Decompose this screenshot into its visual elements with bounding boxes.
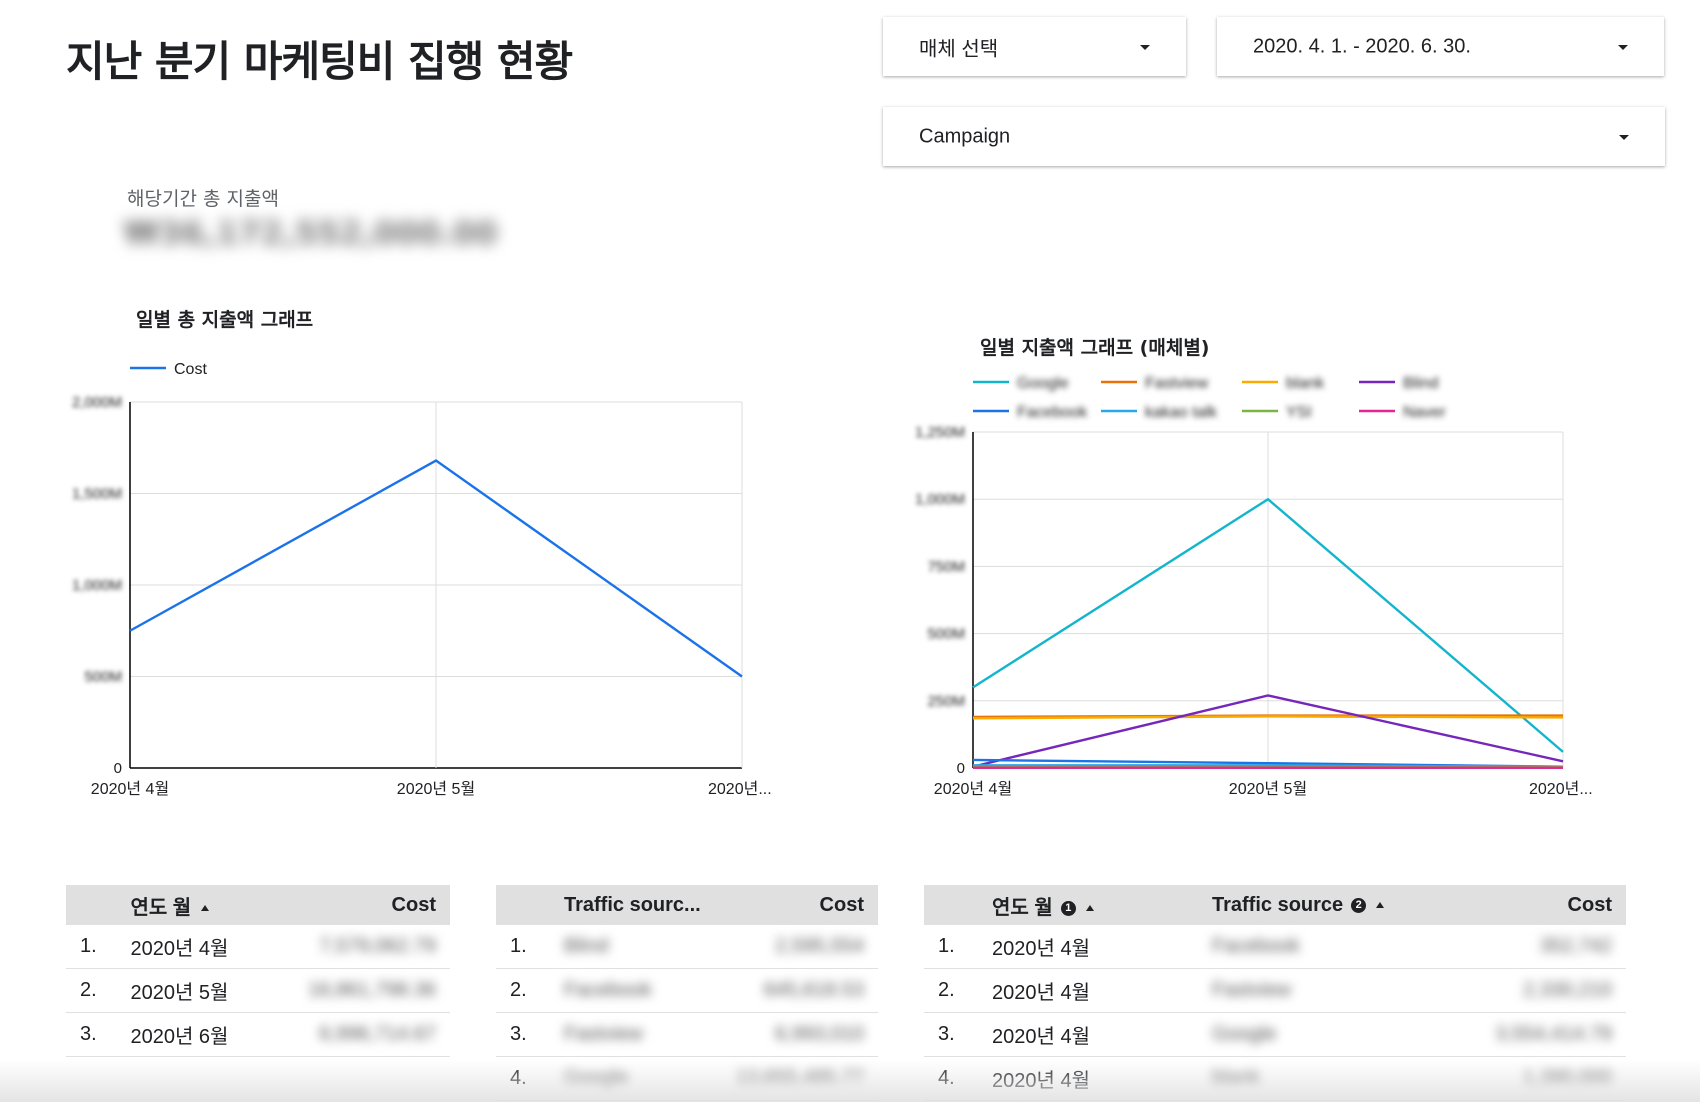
- cost-cell: 352,742: [1492, 925, 1626, 969]
- row-number: 1.: [496, 925, 564, 969]
- info-badge-icon: 2: [1351, 897, 1367, 913]
- col-header-cost[interactable]: Cost: [1492, 885, 1626, 925]
- row-number: 1.: [66, 925, 131, 969]
- cost-cell: 6,996,714.67: [308, 1012, 450, 1057]
- row-number: 2.: [66, 968, 131, 1013]
- y-tick-label: 0: [957, 760, 965, 777]
- cost-cell: 2,595,554: [724, 925, 878, 969]
- col-header-traffic-source[interactable]: Traffic sourc...: [564, 885, 724, 925]
- y-tick-label: 0: [114, 760, 122, 777]
- info-badge-icon: 1: [1060, 900, 1076, 916]
- table-row[interactable]: 1. Blind 2,595,554: [496, 925, 878, 969]
- row-number: 2.: [496, 968, 564, 1013]
- col-header-cost[interactable]: Cost: [724, 885, 878, 925]
- row-num-header: [496, 885, 564, 925]
- row-number: 3.: [496, 1012, 564, 1057]
- month-cell: 2020년 4월: [992, 925, 1212, 969]
- col-header-cost[interactable]: Cost: [308, 885, 450, 925]
- cost-cell: 645,618.53: [724, 968, 878, 1013]
- table-row[interactable]: 1. 2020년 4월 7,579,062.79: [66, 925, 450, 969]
- traffic-source-cell: Facebook: [1212, 925, 1492, 969]
- row-number: 3.: [66, 1012, 131, 1057]
- legend-label: blank: [1286, 375, 1325, 392]
- sort-ascending-icon: [1376, 902, 1385, 909]
- legend-label: Facebook: [1017, 404, 1088, 421]
- legend-label: Google: [1017, 375, 1069, 392]
- table-row[interactable]: 2. 2020년 4월 Fastview 2,330,210: [924, 968, 1626, 1013]
- month-cell: 2020년 4월: [992, 968, 1212, 1013]
- legend-label: Blind: [1403, 375, 1439, 392]
- table-row[interactable]: 3. 2020년 4월 Google 3,554,414.79: [924, 1012, 1626, 1057]
- month-cell: 2020년 5월: [130, 968, 309, 1013]
- line-chart-1: 0 500M 1,000M 1,500M 2,000M 2020년 4월 2020년 5월 2…: [72, 361, 772, 798]
- table-row[interactable]: 2. Facebook 645,618.53: [496, 968, 878, 1013]
- table-cost-by-month: 연도 월 Cost 1. 2020년 4월 7,579,062.79 2. 2020년 …: [66, 885, 450, 1057]
- row-number: 1.: [924, 925, 992, 969]
- cost-cell: 6,993,010: [724, 1012, 878, 1057]
- legend-label: Cost: [174, 361, 207, 378]
- month-cell: 2020년 6월: [130, 1012, 309, 1057]
- y-tick-label: 1,500M: [72, 486, 122, 503]
- table-row[interactable]: 3. 2020년 6월 6,996,714.67: [66, 1012, 450, 1057]
- row-num-header: [66, 885, 131, 925]
- line-chart-2: 0 250M 500M 750M 1,000M 1,250M 2020년 4월 2020년 5…: [915, 375, 1593, 798]
- y-tick-label: 2,000M: [72, 394, 122, 411]
- x-tick-label: 2020년...: [708, 780, 772, 798]
- traffic-source-cell: Fastview: [564, 1012, 724, 1057]
- row-number: 2.: [924, 968, 992, 1013]
- sort-ascending-icon: [201, 905, 210, 912]
- col-header-month[interactable]: 연도 월1: [992, 885, 1212, 925]
- y-tick-label: 500M: [84, 669, 122, 686]
- traffic-source-cell: Fastview: [1212, 968, 1492, 1013]
- traffic-source-cell: Google: [1212, 1012, 1492, 1057]
- month-cell: 2020년 4월: [992, 1012, 1212, 1057]
- cost-cell: 7,579,062.79: [308, 925, 450, 969]
- x-tick-label: 2020년 5월: [1229, 780, 1307, 798]
- cost-cell: 2,330,210: [1492, 968, 1626, 1013]
- x-tick-label: 2020년...: [1529, 780, 1593, 798]
- table-row[interactable]: 1. 2020년 4월 Facebook 352,742: [924, 925, 1626, 969]
- table-row[interactable]: 3. Fastview 6,993,010: [496, 1012, 878, 1057]
- y-tick-label: 1,000M: [72, 577, 122, 594]
- legend-label: YSI: [1286, 404, 1312, 421]
- x-tick-label: 2020년 4월: [934, 780, 1012, 798]
- y-tick-label: 250M: [927, 693, 965, 710]
- month-cell: 2020년 4월: [130, 925, 309, 969]
- sort-ascending-icon: [1085, 905, 1094, 912]
- y-tick-label: 750M: [927, 558, 965, 575]
- legend-label: Naver: [1403, 404, 1446, 421]
- cost-cell: 16,861,798.36: [308, 968, 450, 1013]
- col-header-traffic-source[interactable]: Traffic source 2: [1212, 885, 1492, 925]
- row-num-header: [924, 885, 992, 925]
- y-tick-label: 1,250M: [915, 424, 965, 441]
- traffic-source-cell: Blind: [564, 925, 724, 969]
- table-row[interactable]: 2. 2020년 5월 16,861,798.36: [66, 968, 450, 1013]
- x-tick-label: 2020년 4월: [91, 780, 169, 798]
- col-header-month[interactable]: 연도 월: [130, 885, 309, 925]
- cost-cell: 3,554,414.79: [1492, 1012, 1626, 1057]
- row-number: 3.: [924, 1012, 992, 1057]
- legend-label: Fastview: [1145, 375, 1209, 392]
- y-tick-label: 500M: [927, 626, 965, 643]
- legend-label: kakao talk: [1145, 404, 1218, 421]
- y-tick-label: 1,000M: [915, 491, 965, 508]
- chart2-title: 일별 지출액 그래프 (매체별): [980, 337, 1210, 359]
- x-tick-label: 2020년 5월: [397, 780, 475, 798]
- bottom-fade: [0, 1060, 1700, 1102]
- traffic-source-cell: Facebook: [564, 968, 724, 1013]
